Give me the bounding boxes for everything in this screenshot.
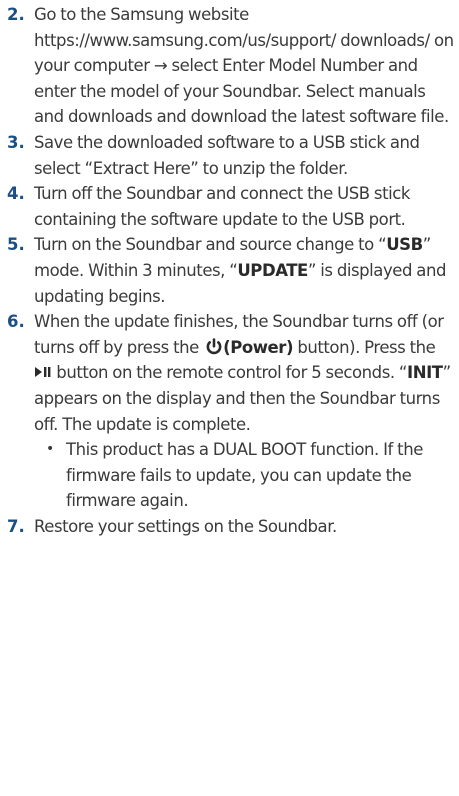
bullet-marker: •: [46, 441, 54, 458]
step-number: 4.: [7, 184, 25, 204]
step-text: Restore your settings on the Soundbar.: [34, 516, 337, 536]
step-text: Go to the Samsung website https://www.sa…: [34, 5, 454, 127]
step-text-middle-2: button on the remote control for 5 secon…: [52, 363, 408, 383]
usb-mode-label: USB: [386, 235, 423, 255]
step-number: 5.: [7, 235, 25, 255]
power-button-label: (Power): [223, 337, 294, 357]
update-steps-list: 2. Go to the Samsung website https://www…: [0, 2, 459, 539]
step-number: 6.: [7, 312, 25, 332]
step-text: Turn off the Soundbar and connect the US…: [34, 184, 410, 229]
step-2: 2. Go to the Samsung website https://www…: [0, 2, 459, 130]
step-4: 4. Turn off the Soundbar and connect the…: [0, 181, 459, 232]
step-3: 3. Save the downloaded software to a USB…: [0, 130, 459, 181]
step-6: 6. When the update finishes, the Soundba…: [0, 309, 459, 514]
step-7: 7. Restore your settings on the Soundbar…: [0, 514, 459, 540]
note-item: • This product has a DUAL BOOT function.…: [42, 437, 455, 514]
manual-page: 2. Go to the Samsung website https://www…: [0, 0, 459, 796]
step-text: Save the downloaded software to a USB st…: [34, 132, 420, 178]
note-text: This product has a DUAL BOOT function. I…: [66, 440, 423, 511]
step-number: 7.: [7, 516, 25, 536]
init-display-label: INIT: [407, 363, 443, 383]
step-5: 5. Turn on the Soundbar and source chang…: [0, 232, 459, 309]
step-number: 2.: [7, 5, 25, 24]
step-text-middle: button). Press the: [293, 337, 436, 357]
power-icon: [206, 337, 222, 354]
note-list: • This product has a DUAL BOOT function.…: [34, 437, 455, 514]
update-display-label: UPDATE: [237, 260, 308, 280]
play-pause-icon: [35, 367, 51, 378]
step-number: 3.: [7, 132, 25, 152]
step-text-start: Turn on the Soundbar and source change t…: [34, 235, 387, 255]
